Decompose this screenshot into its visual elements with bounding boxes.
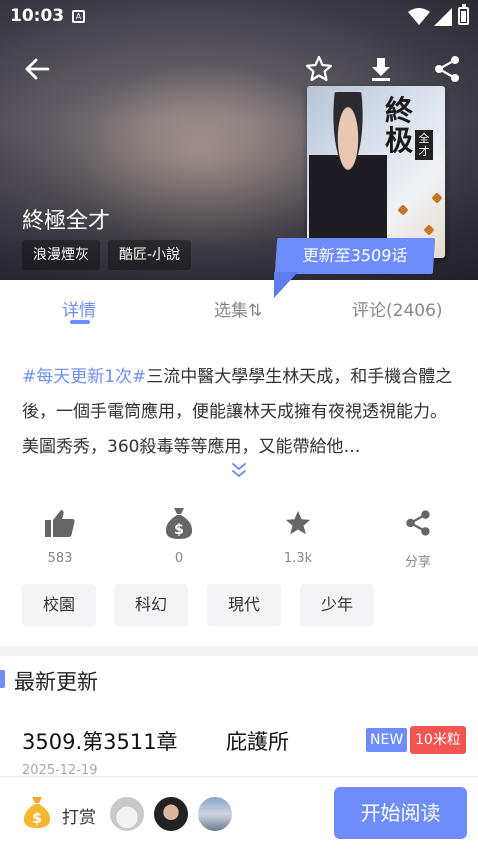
source-chip[interactable]: 酷匠-小說: [108, 240, 192, 270]
thumbs-up-icon: [45, 510, 75, 537]
favorite-button[interactable]: 1.3k: [258, 505, 338, 566]
avatar[interactable]: [108, 795, 146, 833]
star-icon: [285, 510, 311, 535]
latest-chapter-name[interactable]: 庇護所: [226, 726, 289, 756]
like-count: 583: [47, 551, 73, 566]
author-chip[interactable]: 浪漫煙灰: [22, 240, 100, 270]
start-reading-button[interactable]: 开始阅读: [334, 787, 467, 839]
share-label: 分享: [404, 555, 431, 570]
tip-button[interactable]: $ 0: [139, 505, 219, 566]
tag-chip[interactable]: 科幻: [114, 584, 188, 626]
tab-details[interactable]: 详情: [62, 296, 96, 321]
tag-chip[interactable]: 現代: [207, 584, 281, 626]
share-icon[interactable]: [432, 54, 462, 84]
signal-icon: [434, 8, 452, 26]
bottom-action-bar: $ 打赏 开始阅读: [0, 776, 478, 849]
book-description: #每天更新1次#三流中醫大學學生林天成，和手機合體之後，一個手電筒應用，便能讓林…: [22, 360, 458, 465]
notification-icon: A: [72, 10, 85, 23]
price-badge: 10米粒: [410, 726, 466, 754]
tip-label[interactable]: 打赏: [62, 803, 96, 828]
like-button[interactable]: 583: [20, 505, 100, 566]
wifi-icon: [408, 8, 430, 25]
tip-count: 0: [174, 551, 184, 566]
tab-episodes[interactable]: 选集⇅: [214, 296, 262, 321]
money-bag-icon: $: [165, 508, 193, 539]
hero-banner: 10:03 A 終極全才 浪漫煙灰 酷匠-小說 終极 全才 更新至3509话: [0, 0, 478, 280]
section-divider: [0, 646, 478, 656]
cover-figure: [309, 92, 387, 258]
section-accent-bar: [0, 670, 5, 688]
tag-chip[interactable]: 少年: [300, 584, 374, 626]
avatar[interactable]: [152, 795, 190, 833]
svg-text:$: $: [174, 522, 184, 538]
tab-comments[interactable]: 评论(2406): [352, 296, 443, 321]
download-icon[interactable]: [366, 54, 396, 84]
new-badge: NEW: [366, 728, 408, 752]
battery-icon: [458, 4, 469, 25]
back-arrow-icon[interactable]: [22, 54, 52, 84]
latest-section-title: 最新更新: [14, 670, 98, 694]
avatar[interactable]: [196, 795, 234, 833]
cover-subtitle: 全才: [415, 130, 433, 160]
detail-tabs: 详情 选集⇅ 评论(2406): [0, 280, 478, 338]
description-hashtag[interactable]: #每天更新1次#: [22, 367, 146, 387]
svg-text:$: $: [32, 811, 42, 827]
favorite-count: 1.3k: [283, 551, 313, 566]
book-title: 終極全才: [22, 209, 111, 234]
update-status-badge: 更新至3509话: [274, 238, 436, 274]
cover-leaf-decoration: [397, 204, 409, 216]
action-row: 583 $ 0 1.3k 分享: [0, 505, 478, 575]
favorite-star-icon[interactable]: [304, 54, 334, 84]
status-bar: 10:03 A: [0, 0, 478, 34]
share-icon: [406, 510, 430, 536]
tag-chip[interactable]: 校園: [22, 584, 96, 626]
active-tab-indicator: [70, 320, 90, 324]
moneybag-tip-icon[interactable]: $: [22, 795, 52, 829]
cover-leaf-decoration: [423, 224, 435, 236]
status-time: 10:03: [10, 6, 65, 26]
cover-leaf-decoration: [431, 192, 443, 204]
latest-chapter-number[interactable]: 3509.第3511章: [22, 726, 178, 756]
cover-title: 終极: [385, 94, 414, 157]
expand-chevron-icon[interactable]: [230, 462, 248, 478]
book-cover[interactable]: 終极 全才: [307, 86, 445, 258]
share-button[interactable]: 分享: [378, 505, 458, 570]
